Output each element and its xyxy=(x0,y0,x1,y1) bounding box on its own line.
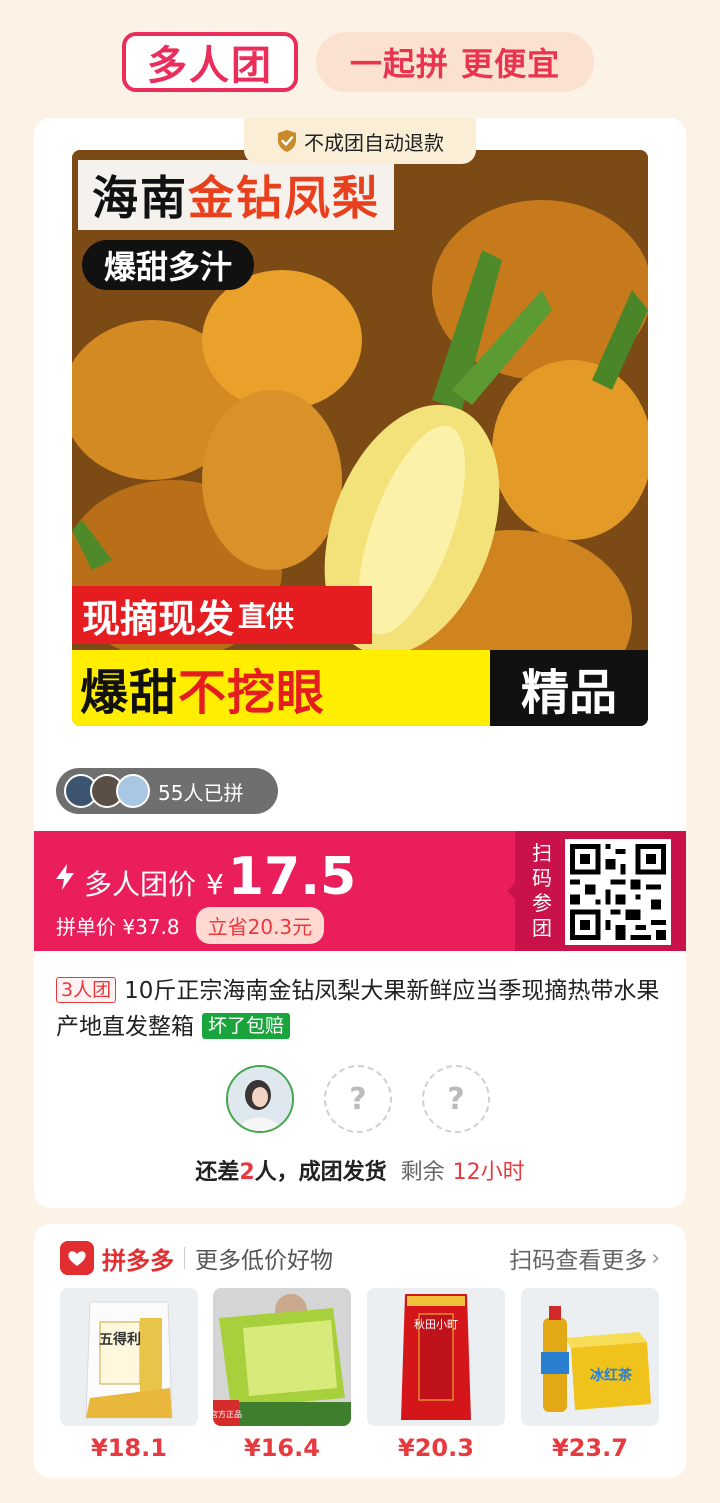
goods-price: ¥18.1 xyxy=(91,1434,167,1462)
goods-price: ¥20.3 xyxy=(398,1434,474,1462)
joined-count-text: 55人已拼 xyxy=(158,780,244,805)
product-image[interactable]: 海南 金钻凤梨 爆甜多汁 现摘现发 直供 爆甜 不挖眼 精品 xyxy=(72,150,648,726)
header: 多人团 一起拼 更便宜 xyxy=(0,28,720,96)
goods-item[interactable]: 秋田小町 ¥20.3 xyxy=(367,1288,505,1462)
divider xyxy=(184,1247,185,1269)
slogan-pill: 一起拼 更便宜 xyxy=(316,32,594,92)
tissue-pack-image: 官方正品 xyxy=(213,1288,351,1426)
remaining-time: 12小时 xyxy=(452,1160,525,1185)
refund-badge: 不成团自动退款 xyxy=(244,118,476,164)
group-price-label: 多人团价 xyxy=(84,868,197,901)
price-bar: 多人团价 ¥ 17.5 拼单价 ¥37.8 立省20.3元 扫码参团 xyxy=(34,831,686,951)
image-bottom-right: 精品 xyxy=(490,650,648,726)
pinduoduo-logo-icon xyxy=(60,1241,94,1275)
group-size-tag: 3人团 xyxy=(56,977,117,1003)
group-price-value: 17.5 xyxy=(227,847,357,907)
goods-image-text: 官方正品 xyxy=(213,1409,242,1419)
goods-image: 冰红茶 xyxy=(521,1288,659,1426)
goods-price: ¥23.7 xyxy=(552,1434,628,1462)
goods-image: 秋田小町 xyxy=(367,1288,505,1426)
image-red-banner-text: 现摘现发 xyxy=(82,596,235,641)
flour-bag-image: 五得利 xyxy=(60,1288,198,1426)
ice-tea-image: 冰红茶 xyxy=(521,1288,659,1426)
scan-more-link[interactable]: 扫码查看更多 › xyxy=(509,1241,660,1275)
goods-item[interactable]: 冰红茶 ¥23.7 xyxy=(521,1288,659,1462)
scan-more-text: 扫码查看更多 xyxy=(509,1248,648,1274)
goods-image-text: 五得利 xyxy=(99,1331,141,1348)
qr-code[interactable] xyxy=(565,839,671,945)
duorentuan-logo: 多人团 xyxy=(122,32,298,92)
pinduoduo-logo-graphic xyxy=(60,1241,94,1275)
lightning-icon xyxy=(56,864,74,890)
goods-price: ¥16.4 xyxy=(244,1434,320,1462)
image-red-banner-small: 直供 xyxy=(238,600,295,633)
product-title-text: 10斤正宗海南金钻凤梨大果新鲜应当季现摘热带水果产地直发整箱 xyxy=(56,978,660,1040)
group-slots: ? ? xyxy=(34,1065,686,1135)
price-sub-row: 拼单价 ¥37.8 立省20.3元 xyxy=(56,907,325,944)
logo-text: 多人团 xyxy=(147,43,273,89)
status-suffix: 人，成团发货 xyxy=(254,1160,387,1185)
refund-badge-text: 不成团自动退款 xyxy=(304,130,444,155)
remaining-label: 剩余 xyxy=(400,1160,445,1185)
image-headline: 海南 金钻凤梨 xyxy=(78,160,394,230)
more-tagline: 更多低价好物 xyxy=(195,1248,333,1274)
scan-label: 扫码参团 xyxy=(532,841,552,940)
group-status: 还差2人，成团发货 剩余 12小时 xyxy=(34,1154,686,1186)
joined-count-pill: 55人已拼 xyxy=(56,768,278,814)
more-goods-section: 拼多多 更多低价好物 扫码查看更多 › 五得利 ¥18.1 官方正品 ¥16.4… xyxy=(34,1224,686,1478)
slogan-text: 一起拼 更便宜 xyxy=(349,45,561,83)
goods-item[interactable]: 五得利 ¥18.1 xyxy=(60,1288,198,1462)
scan-notch xyxy=(507,883,515,899)
group-price-row: 多人团价 ¥ 17.5 xyxy=(56,847,356,907)
goods-image: 五得利 xyxy=(60,1288,198,1426)
product-card: 不成团自动退款 海南 金钻凤梨 爆甜多汁 现摘现发 直供 爆甜 不挖眼 精品 5… xyxy=(34,118,686,1208)
guarantee-tag: 坏了包赔 xyxy=(202,1013,291,1039)
image-bottom-black: 爆甜 xyxy=(80,665,179,721)
image-bottom-banner: 爆甜 不挖眼 精品 xyxy=(72,650,648,726)
status-count: 2 xyxy=(239,1160,255,1185)
image-headline-red: 金钻凤梨 xyxy=(188,171,380,225)
single-price: 拼单价 ¥37.8 xyxy=(56,915,180,939)
currency-symbol: ¥ xyxy=(206,868,224,901)
goods-image-text: 秋田小町 xyxy=(414,1317,458,1331)
member-avatar xyxy=(226,1065,294,1133)
rice-bag-image: 秋田小町 xyxy=(367,1288,505,1426)
product-title[interactable]: 3人团 10斤正宗海南金钻凤梨大果新鲜应当季现摘热带水果产地直发整箱 坏了包赔 xyxy=(56,973,666,1045)
pinduoduo-brand: 拼多多 xyxy=(102,1246,174,1275)
goods-image-text: 冰红茶 xyxy=(590,1367,633,1384)
image-bottom-red: 不挖眼 xyxy=(178,665,326,721)
image-red-banner: 现摘现发 直供 xyxy=(72,586,372,644)
more-goods-header: 拼多多 更多低价好物 扫码查看更多 › xyxy=(60,1238,660,1278)
goods-list: 五得利 ¥18.1 官方正品 ¥16.4 秋田小町 ¥20.3 冰红茶 ¥23.… xyxy=(60,1288,660,1468)
chevron-right-icon: › xyxy=(651,1245,660,1271)
member-avatar-photo xyxy=(228,1067,292,1131)
status-prefix: 还差 xyxy=(195,1160,240,1185)
qr-code-graphic xyxy=(565,839,671,945)
shield-check-icon xyxy=(278,130,296,152)
goods-image: 官方正品 xyxy=(213,1288,351,1426)
goods-item[interactable]: 官方正品 ¥16.4 xyxy=(213,1288,351,1462)
image-headline-black: 海南 xyxy=(92,171,188,225)
save-badge: 立省20.3元 xyxy=(195,907,325,944)
empty-slot: ? xyxy=(422,1065,490,1133)
empty-slot: ? xyxy=(324,1065,392,1133)
image-subtitle: 爆甜多汁 xyxy=(82,240,255,290)
scan-to-join[interactable]: 扫码参团 xyxy=(507,831,686,951)
avatar xyxy=(116,774,150,808)
